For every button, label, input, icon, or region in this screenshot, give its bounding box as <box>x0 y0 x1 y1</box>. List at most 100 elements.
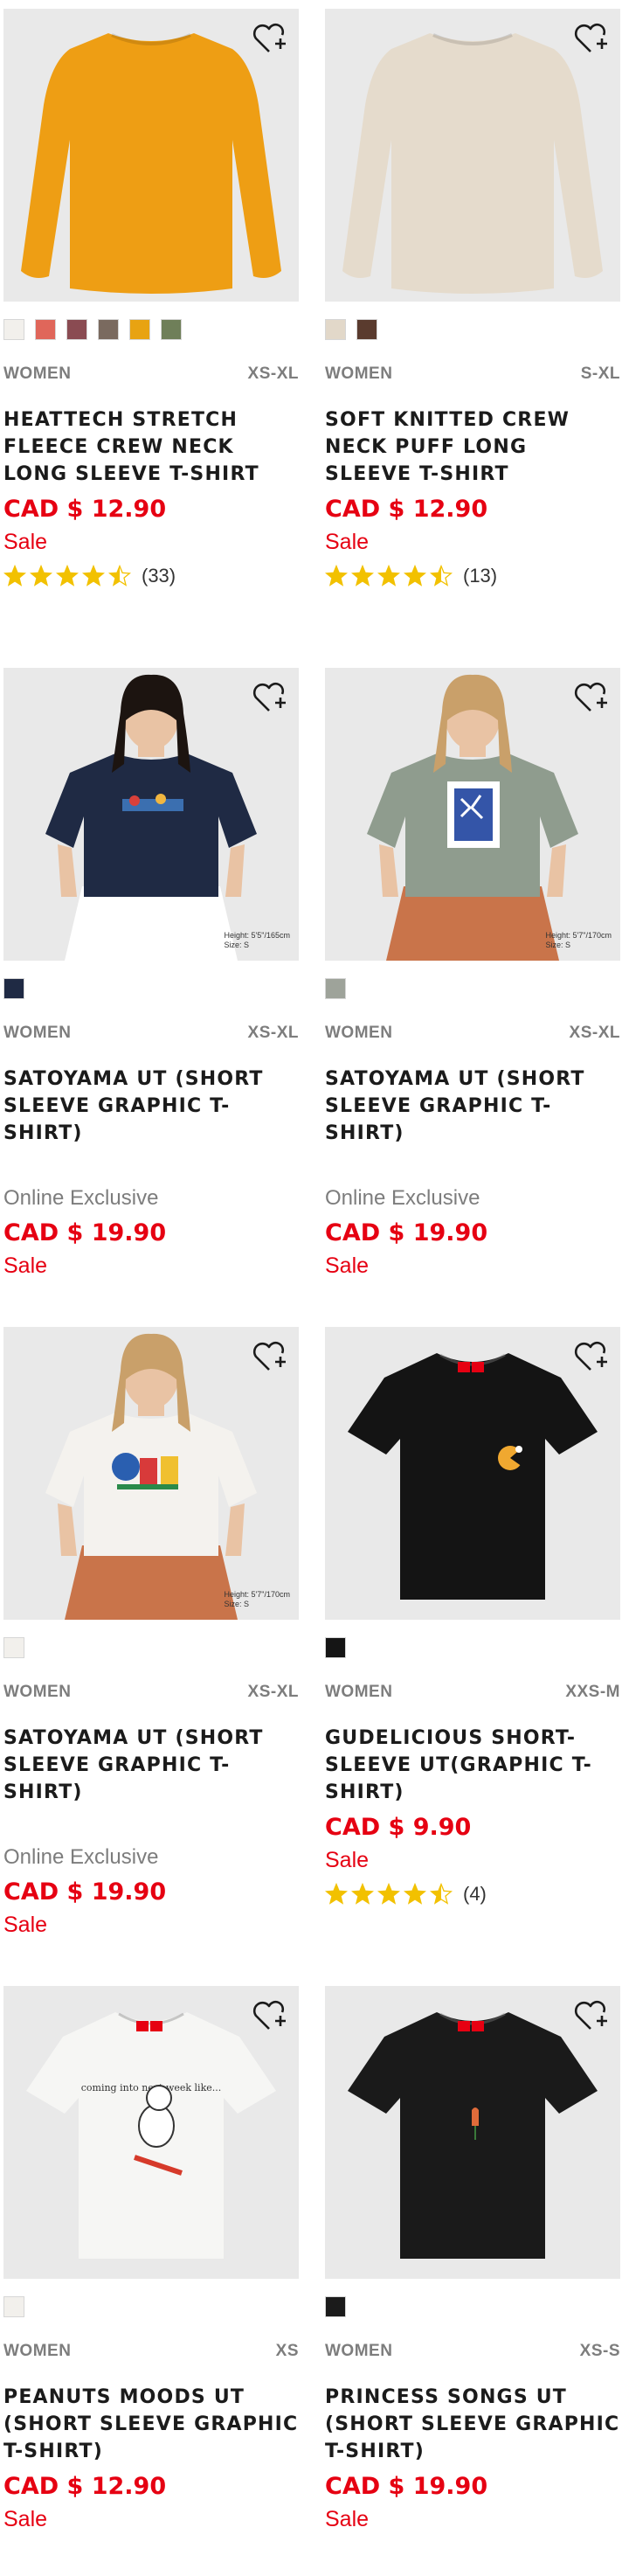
product-name[interactable]: SATOYAMA UT (SHORT SLEEVE GRAPHIC T-SHIR… <box>3 1725 299 1806</box>
color-swatch[interactable] <box>3 978 24 999</box>
product-card[interactable]: WOMEN XXS-M GUDELICIOUS SHORT-SLEEVE UT(… <box>325 1327 620 1907</box>
color-swatches <box>325 2296 620 2319</box>
product-price: CAD $ 19.90 <box>3 1878 167 1906</box>
sale-label: Sale <box>3 1253 48 1278</box>
product-card[interactable]: Height: 5'7"/170cm Size: S WOMEN XS-XL S… <box>3 1327 299 1939</box>
gender-label: WOMEN <box>325 2342 393 2360</box>
color-swatch[interactable] <box>3 319 24 340</box>
product-card[interactable]: WOMEN XS-S PRINCESS SONGS UT (SHORT SLEE… <box>325 1986 620 2533</box>
review-count[interactable]: (33) <box>142 565 176 587</box>
star-icon <box>351 1883 374 1905</box>
online-exclusive-label: Online Exclusive <box>325 1186 480 1210</box>
color-swatches <box>325 319 620 342</box>
color-swatches <box>3 978 299 1001</box>
product-image[interactable]: Height: 5'5"/165cm Size: S <box>3 668 299 961</box>
color-swatch[interactable] <box>325 1637 346 1658</box>
add-to-wishlist-icon[interactable] <box>252 2000 287 2031</box>
product-image[interactable] <box>325 9 620 302</box>
product-image[interactable] <box>325 1986 620 2279</box>
product-name[interactable]: PEANUTS MOODS UT (SHORT SLEEVE GRAPHIC T… <box>3 2384 299 2465</box>
product-card[interactable]: coming into next week like... WOMEN XS P… <box>3 1986 299 2533</box>
color-swatches <box>325 1637 620 1660</box>
product-meta: WOMEN XS-XL <box>325 1024 620 1043</box>
product-meta: WOMEN XXS-M <box>325 1683 620 1702</box>
review-count[interactable]: (4) <box>463 1883 487 1906</box>
size-range: XS-XL <box>247 1024 299 1042</box>
color-swatch[interactable] <box>356 319 377 340</box>
product-name[interactable]: SOFT KNITTED CREW NECK PUFF LONG SLEEVE … <box>325 406 620 488</box>
star-icon <box>430 565 453 587</box>
add-to-wishlist-icon[interactable] <box>252 1341 287 1372</box>
add-to-wishlist-icon[interactable] <box>573 23 608 54</box>
product-meta: WOMEN XS-XL <box>3 365 299 384</box>
color-swatch[interactable] <box>35 319 56 340</box>
color-swatches <box>3 319 299 342</box>
sale-label: Sale <box>325 1848 370 1872</box>
size-range: XS-S <box>579 2342 620 2360</box>
product-name[interactable]: SATOYAMA UT (SHORT SLEEVE GRAPHIC T-SHIR… <box>325 1066 620 1147</box>
star-icon <box>404 1883 426 1905</box>
model-fit-info: Height: 5'7"/170cm Size: S <box>545 931 612 949</box>
product-name[interactable]: HEATTECH STRETCH FLEECE CREW NECK LONG S… <box>3 406 299 488</box>
product-meta: WOMEN XS <box>3 2342 299 2361</box>
star-icon <box>325 565 348 587</box>
star-icon <box>351 565 374 587</box>
color-swatch[interactable] <box>3 2296 24 2317</box>
rating: (13) <box>325 563 620 589</box>
color-swatch[interactable] <box>161 319 182 340</box>
product-card[interactable]: Height: 5'7"/170cm Size: S WOMEN XS-XL S… <box>325 668 620 1280</box>
size-range: XXS-M <box>565 1683 620 1701</box>
product-image[interactable]: coming into next week like... <box>3 1986 299 2279</box>
color-swatch[interactable] <box>325 2296 346 2317</box>
gender-label: WOMEN <box>3 1024 72 1042</box>
product-image[interactable]: Height: 5'7"/170cm Size: S <box>325 668 620 961</box>
star-icon <box>377 1883 400 1905</box>
model-fit-info: Height: 5'7"/170cm Size: S <box>224 1590 290 1608</box>
product-name[interactable]: GUDELICIOUS SHORT-SLEEVE UT(GRAPHIC T-SH… <box>325 1725 620 1806</box>
product-price: CAD $ 12.90 <box>3 2473 167 2500</box>
color-swatch[interactable] <box>66 319 87 340</box>
add-to-wishlist-icon[interactable] <box>252 682 287 713</box>
add-to-wishlist-icon[interactable] <box>573 2000 608 2031</box>
star-icon <box>3 565 26 587</box>
color-swatch[interactable] <box>325 319 346 340</box>
add-to-wishlist-icon[interactable] <box>573 1341 608 1372</box>
rating: (4) <box>325 1881 620 1907</box>
color-swatches <box>325 978 620 1001</box>
star-icon <box>404 565 426 587</box>
sale-label: Sale <box>3 530 48 554</box>
online-exclusive-label: Online Exclusive <box>3 1186 159 1210</box>
product-price: CAD $ 19.90 <box>325 1219 488 1246</box>
color-swatch[interactable] <box>129 319 150 340</box>
product-image[interactable] <box>325 1327 620 1620</box>
color-swatch[interactable] <box>98 319 119 340</box>
product-card[interactable]: WOMEN S-XL SOFT KNITTED CREW NECK PUFF L… <box>325 9 620 589</box>
color-swatch[interactable] <box>325 978 346 999</box>
add-to-wishlist-icon[interactable] <box>573 682 608 713</box>
product-price: CAD $ 12.90 <box>325 496 488 523</box>
product-name[interactable]: SATOYAMA UT (SHORT SLEEVE GRAPHIC T-SHIR… <box>3 1066 299 1147</box>
product-name[interactable]: PRINCESS SONGS UT (SHORT SLEEVE GRAPHIC … <box>325 2384 620 2465</box>
star-icon <box>325 1883 348 1905</box>
gender-label: WOMEN <box>325 1683 393 1701</box>
star-rating <box>3 565 131 587</box>
product-card[interactable]: WOMEN XS-XL HEATTECH STRETCH FLEECE CREW… <box>3 9 299 589</box>
sale-label: Sale <box>3 2507 48 2531</box>
star-rating <box>325 565 453 587</box>
product-card[interactable]: Height: 5'5"/165cm Size: S WOMEN XS-XL S… <box>3 668 299 1280</box>
model-fit-info: Height: 5'5"/165cm Size: S <box>224 931 290 949</box>
product-price: CAD $ 12.90 <box>3 496 167 523</box>
product-meta: WOMEN XS-XL <box>3 1024 299 1043</box>
sale-label: Sale <box>3 1913 48 1937</box>
rating: (33) <box>3 563 299 589</box>
star-icon <box>30 565 52 587</box>
gender-label: WOMEN <box>3 365 72 383</box>
gender-label: WOMEN <box>325 1024 393 1042</box>
add-to-wishlist-icon[interactable] <box>252 23 287 54</box>
product-image[interactable] <box>3 9 299 302</box>
review-count[interactable]: (13) <box>463 565 497 587</box>
color-swatch[interactable] <box>3 1637 24 1658</box>
star-icon <box>108 565 131 587</box>
product-image[interactable]: Height: 5'7"/170cm Size: S <box>3 1327 299 1620</box>
star-icon <box>377 565 400 587</box>
